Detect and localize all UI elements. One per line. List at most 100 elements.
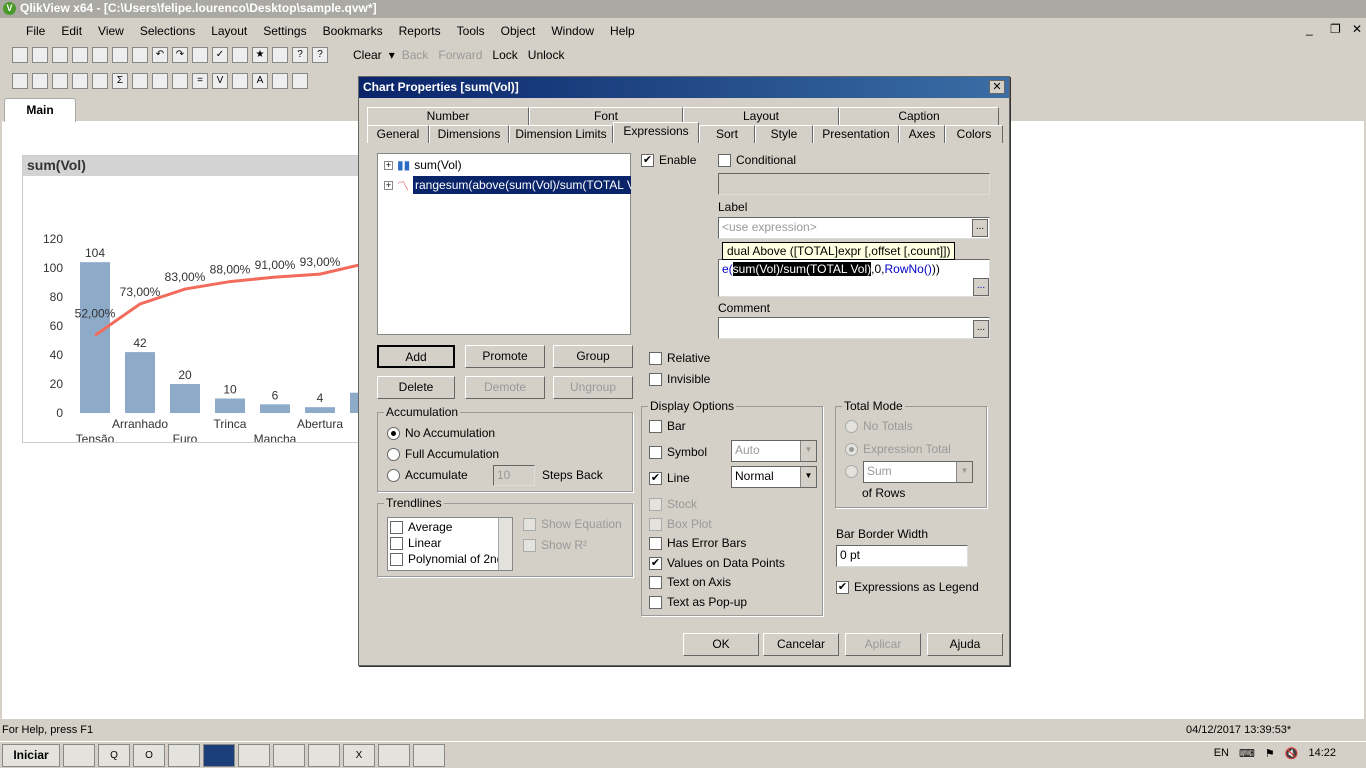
search-icon[interactable] — [192, 47, 208, 63]
paint-icon[interactable] — [413, 743, 445, 767]
tab-expressions[interactable]: Expressions — [613, 122, 699, 143]
multibox-icon[interactable] — [152, 73, 168, 89]
statistics-box-icon[interactable]: Σ — [112, 73, 128, 89]
no-totals-radio[interactable]: No Totals — [845, 419, 913, 433]
qlikview-icon[interactable]: Q — [98, 743, 130, 767]
full-accumulation-radio[interactable]: Full Accumulation — [387, 447, 499, 461]
expression-item-selected[interactable]: + 〽 rangesum(above(sum(Vol)/sum(TOTAL Vol) — [384, 176, 632, 194]
add-button[interactable]: Add — [377, 345, 455, 368]
redo-icon[interactable]: ↷ — [172, 47, 188, 63]
trend-average-checkbox[interactable]: Average — [390, 520, 452, 534]
bar-border-width-input[interactable]: 0 pt — [836, 545, 968, 567]
flag-icon[interactable]: ⚑ — [1265, 747, 1275, 760]
print-icon[interactable] — [92, 47, 108, 63]
menu-tools[interactable]: Tools — [449, 24, 493, 38]
edit-icon[interactable] — [272, 47, 288, 63]
menu-bookmarks[interactable]: Bookmarks — [315, 24, 391, 38]
input-box-icon[interactable]: = — [192, 73, 208, 89]
promote-sheet-icon[interactable] — [32, 73, 48, 89]
clear-button[interactable]: Clear — [350, 48, 385, 62]
vpn-icon[interactable] — [308, 743, 340, 767]
help-button[interactable]: Ajuda — [927, 633, 1003, 656]
keyboard-icon[interactable]: ⌨ — [1239, 747, 1255, 760]
text-object-icon[interactable]: A — [252, 73, 268, 89]
undo-icon[interactable]: ↶ — [152, 47, 168, 63]
show-r2-checkbox[interactable]: Show R² — [523, 538, 587, 552]
explorer-icon[interactable] — [63, 743, 95, 767]
trend-polynomial-checkbox[interactable]: Polynomial of 2nd de — [390, 552, 512, 566]
symbol-checkbox[interactable]: Symbol — [649, 445, 707, 459]
expression-total-radio[interactable]: Expression Total — [845, 442, 951, 456]
menu-edit[interactable]: Edit — [53, 24, 90, 38]
start-button[interactable]: Iniciar — [2, 743, 60, 767]
language-indicator[interactable]: EN — [1214, 747, 1229, 760]
tab-dimension-limits[interactable]: Dimension Limits — [509, 125, 613, 143]
chart-object-icon[interactable] — [172, 73, 188, 89]
conditional-checkbox[interactable]: Conditional — [718, 153, 796, 167]
reload-data-icon[interactable] — [132, 47, 148, 63]
menu-reports[interactable]: Reports — [391, 24, 449, 38]
reload-icon[interactable] — [52, 47, 68, 63]
group-button[interactable]: Group — [553, 345, 633, 368]
relative-checkbox[interactable]: Relative — [649, 351, 710, 365]
telegram-icon[interactable] — [203, 743, 235, 767]
new-sheet-icon[interactable] — [12, 73, 28, 89]
expression-item[interactable]: + ▮▮ sum(Vol) — [384, 158, 462, 172]
values-on-data-points-checkbox[interactable]: ✔ Values on Data Points — [649, 556, 785, 570]
text-on-axis-checkbox[interactable]: Text on Axis — [649, 575, 731, 589]
clock[interactable]: 14:22 — [1308, 747, 1336, 760]
expressions-as-legend-checkbox[interactable]: ✔ Expressions as Legend — [836, 580, 979, 594]
back-button[interactable]: Back — [399, 48, 432, 62]
comment-ellipsis-button[interactable]: ... — [973, 320, 989, 338]
opera-icon[interactable]: O — [133, 743, 165, 767]
comment-input[interactable]: ... — [718, 317, 990, 339]
menu-object[interactable]: Object — [493, 24, 544, 38]
text-as-popup-checkbox[interactable]: Text as Pop-up — [649, 595, 747, 609]
excel-icon[interactable]: X — [343, 743, 375, 767]
line-checkbox[interactable]: ✔ Line — [649, 471, 690, 485]
new-icon[interactable] — [12, 47, 28, 63]
demote-button[interactable]: Demote — [465, 376, 545, 399]
promote-button[interactable]: Promote — [465, 345, 545, 368]
checkbox-icon[interactable]: ✓ — [212, 47, 228, 63]
menu-selections[interactable]: Selections — [132, 24, 203, 38]
tab-caption[interactable]: Caption — [839, 107, 999, 125]
unlock-button[interactable]: Unlock — [525, 48, 568, 62]
line-style-select[interactable]: Normal ▼ — [731, 466, 817, 488]
trend-linear-checkbox[interactable]: Linear — [390, 536, 441, 550]
apply-button[interactable]: Aplicar — [845, 633, 921, 656]
folder-icon[interactable] — [168, 743, 200, 767]
definition-ellipsis-button[interactable]: ... — [973, 278, 989, 296]
chrome-icon[interactable] — [238, 743, 270, 767]
enable-checkbox[interactable]: ✔ Enable — [641, 153, 696, 167]
tab-axes[interactable]: Axes — [899, 125, 945, 143]
line-object-icon[interactable] — [272, 73, 288, 89]
forward-button[interactable]: Forward — [435, 48, 485, 62]
tab-sort[interactable]: Sort — [699, 125, 755, 143]
expand-icon[interactable]: + — [384, 160, 393, 170]
ok-button[interactable]: OK — [683, 633, 759, 656]
box-plot-checkbox[interactable]: Box Plot — [649, 517, 712, 531]
ungroup-button[interactable]: Ungroup — [553, 376, 633, 399]
edit-script-icon[interactable] — [112, 47, 128, 63]
steps-back-stepper[interactable]: 10 — [493, 465, 535, 486]
show-equation-checkbox[interactable]: Show Equation — [523, 517, 622, 531]
clear-dropdown-icon[interactable]: ▾ — [389, 48, 395, 62]
tab-style[interactable]: Style — [755, 125, 813, 143]
volume-muted-icon[interactable]: 🔇 — [1285, 747, 1299, 760]
lock-button[interactable]: Lock — [489, 48, 520, 62]
open-icon[interactable] — [32, 47, 48, 63]
tab-colors[interactable]: Colors — [945, 125, 1003, 143]
current-selections-icon[interactable]: V — [212, 73, 228, 89]
tab-number[interactable]: Number — [367, 107, 529, 125]
notepad-icon[interactable] — [378, 743, 410, 767]
delete-button[interactable]: Delete — [377, 376, 455, 399]
help-icon[interactable]: ? — [292, 47, 308, 63]
context-help-icon[interactable]: ? — [312, 47, 328, 63]
trendlines-scrollbar[interactable] — [498, 518, 512, 570]
total-function-select[interactable]: Sum ▼ — [863, 461, 973, 483]
cancel-button[interactable]: Cancelar — [763, 633, 839, 656]
menu-file[interactable]: File — [18, 24, 53, 38]
task-manager-icon[interactable] — [273, 743, 305, 767]
symbol-select[interactable]: Auto ▼ — [731, 440, 817, 462]
